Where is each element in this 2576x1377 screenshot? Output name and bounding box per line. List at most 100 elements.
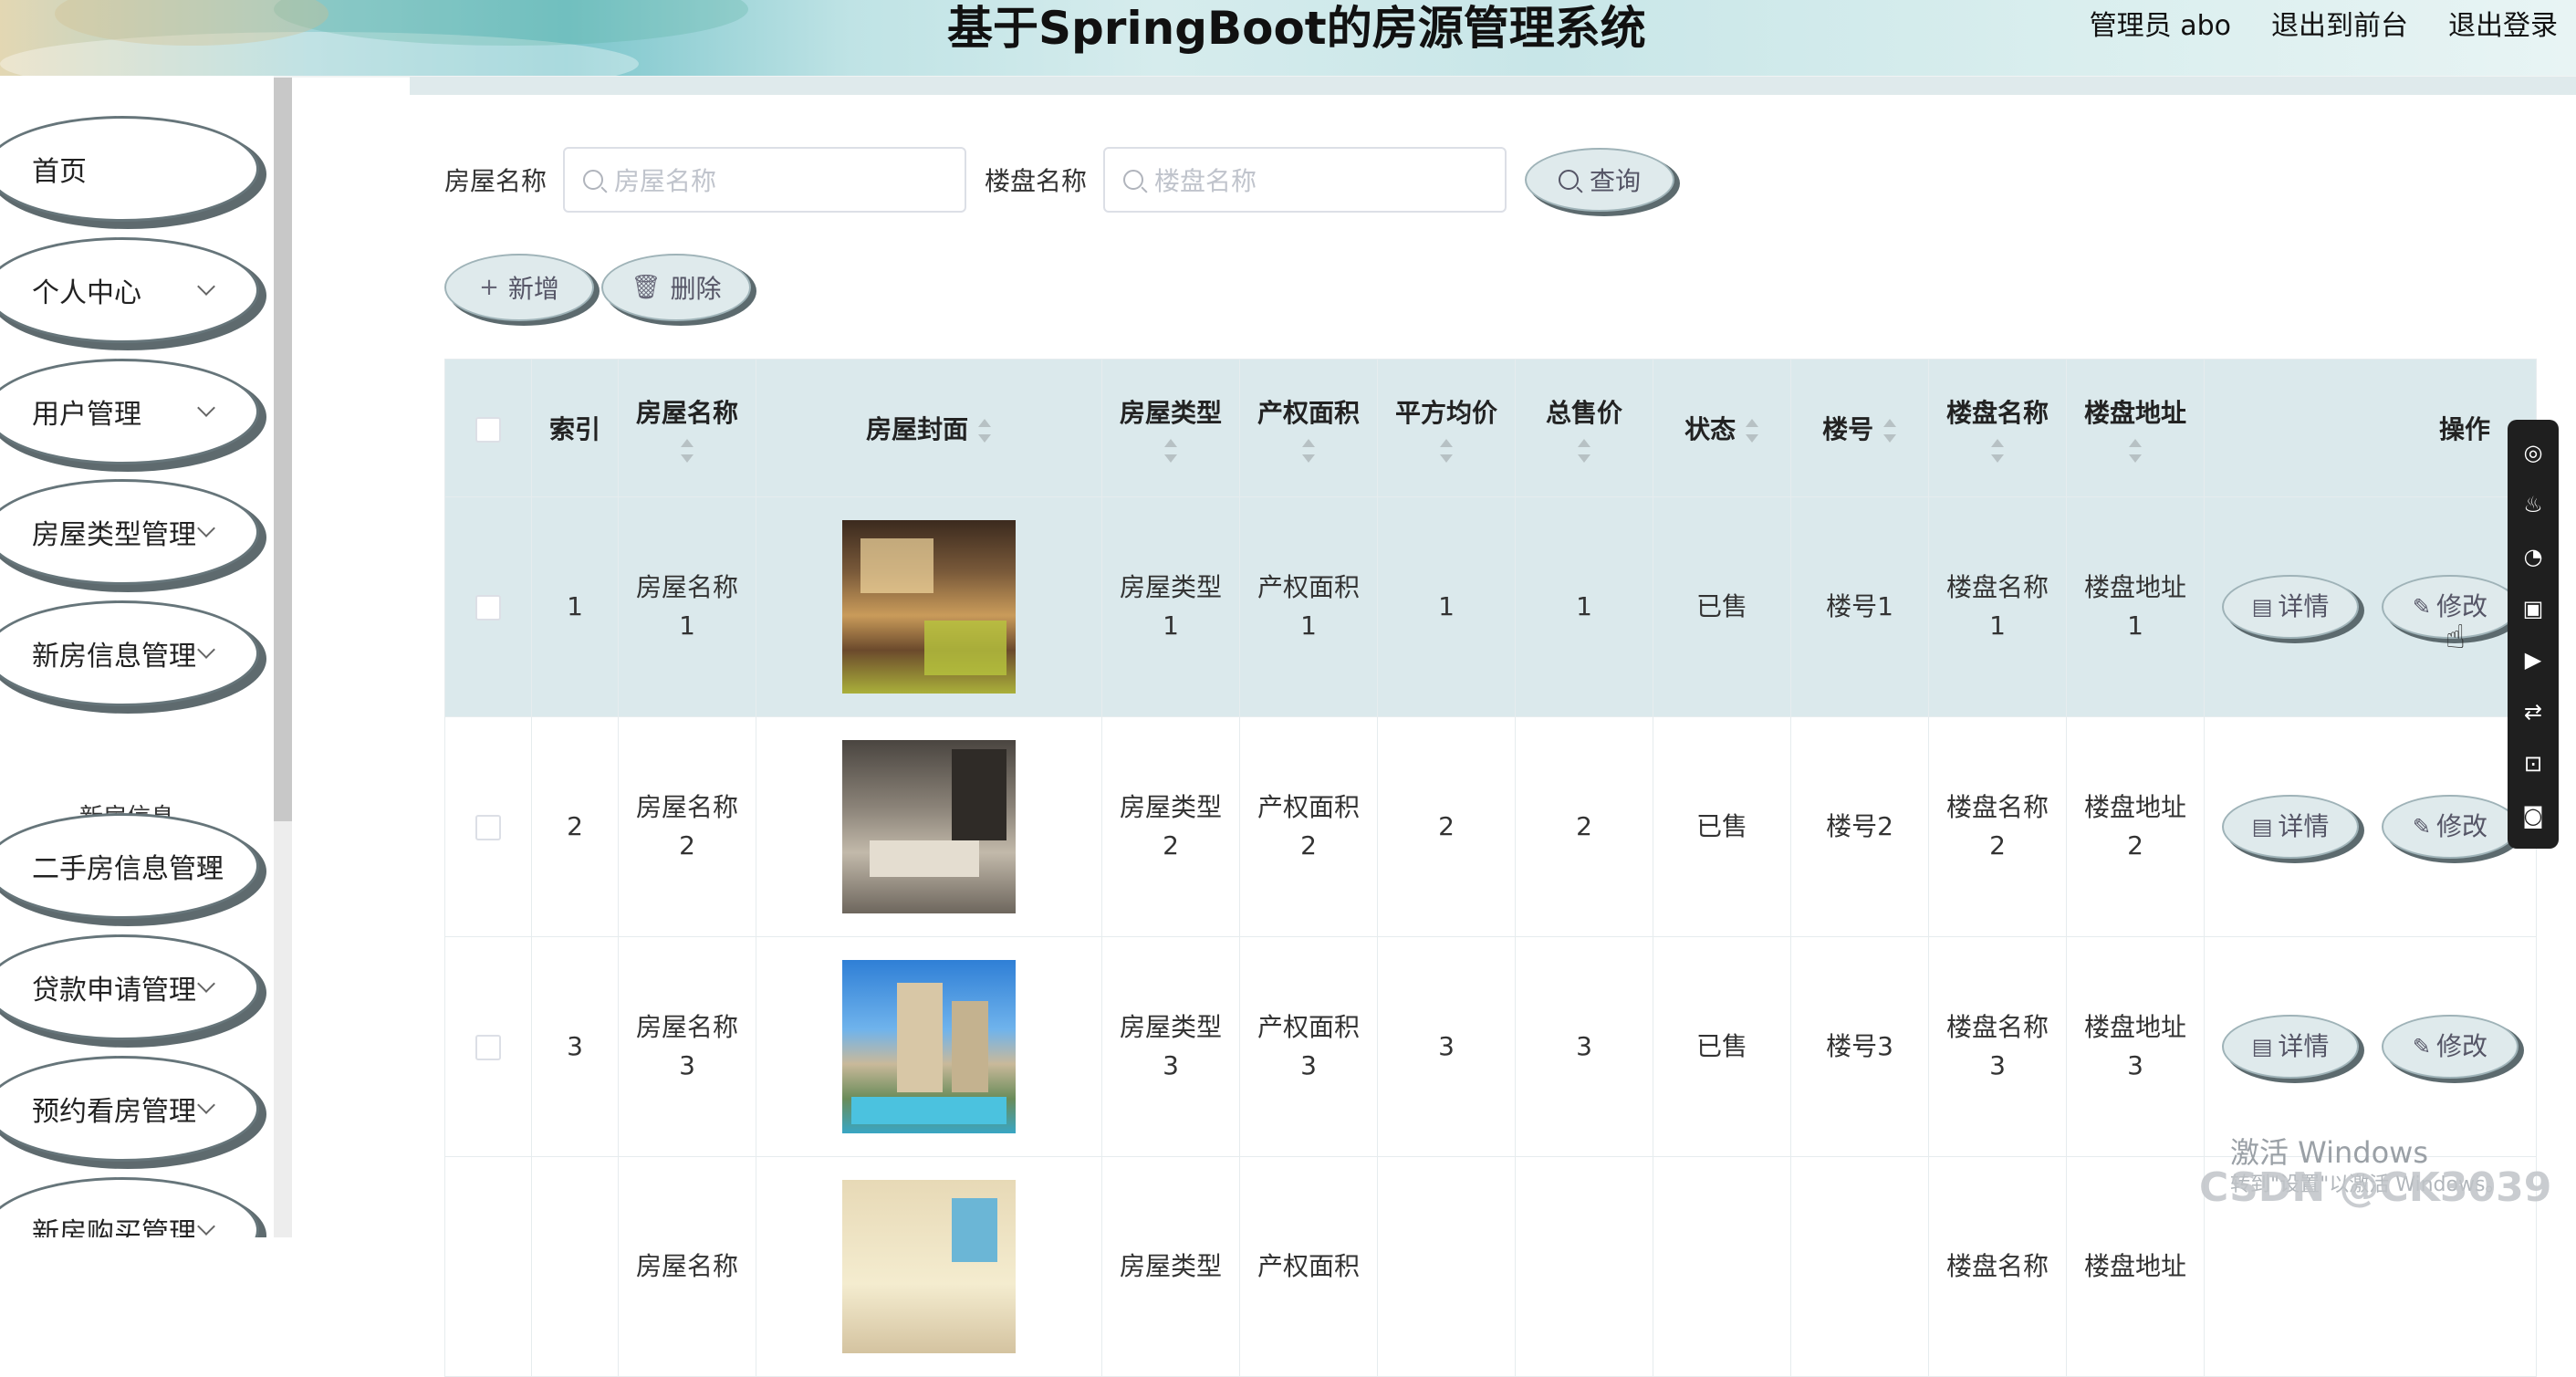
sort-icon[interactable] — [1745, 419, 1759, 443]
video-icon[interactable]: ▣ — [2519, 595, 2547, 622]
content-topbar — [410, 77, 2576, 95]
cell-actions: ▤ 详情 ✎ 修改 — [2204, 716, 2537, 937]
column-title: 房屋封面 — [866, 414, 969, 444]
column-header[interactable]: 总售价 — [1515, 359, 1653, 497]
cell-area: 产权面积 1 — [1239, 496, 1378, 717]
sidebar-item-second-hand-management[interactable]: 二手房信息管理 — [0, 813, 259, 919]
add-button[interactable]: + 新增 — [444, 254, 594, 321]
column-title: 平方均价 — [1394, 398, 1497, 428]
column-header[interactable]: 产权面积 — [1239, 359, 1378, 497]
chevron-down-icon — [197, 1096, 215, 1114]
row-checkbox[interactable] — [475, 815, 501, 840]
cell-address: 楼盘地址 — [2066, 1156, 2205, 1377]
query-button[interactable]: 查询 — [1525, 148, 1675, 212]
sidebar-item-appointment-management[interactable]: 预约看房管理 — [0, 1056, 259, 1162]
logout-link[interactable]: 退出登录 — [2448, 4, 2558, 49]
sort-icon[interactable] — [680, 439, 694, 463]
speed-icon[interactable]: ◔ — [2519, 543, 2547, 570]
column-header[interactable]: 房屋封面 — [756, 359, 1102, 497]
cell-cover — [756, 716, 1102, 937]
column-header[interactable]: 楼盘地址 — [2066, 359, 2205, 497]
sort-icon[interactable] — [1301, 439, 1316, 463]
table-row[interactable]: 2 房屋名称 2 房屋类型 2 产权面积 2 2 2 已售 楼号2 楼盘名称 2 楼盘地… — [444, 716, 2537, 937]
house-cover-image — [842, 740, 1016, 913]
chevron-down-icon — [197, 975, 215, 993]
sidebar-scrollbar[interactable] — [274, 78, 292, 821]
search-icon — [583, 170, 604, 190]
sidebar-item-user-management[interactable]: 用户管理 — [0, 359, 259, 464]
cell-type: 房屋类型 3 — [1101, 936, 1240, 1157]
search-icon — [1123, 170, 1144, 190]
detail-button[interactable]: ▤ 详情 — [2222, 575, 2360, 639]
table-row[interactable]: 3 房屋名称 3 房屋类型 3 产权面积 3 3 3 已售 楼号3 楼盘名称 3 楼盘地… — [444, 936, 2537, 1157]
cell-building-no: 楼号2 — [1790, 716, 1929, 937]
sort-icon[interactable] — [1163, 439, 1178, 463]
app-title: 基于SpringBoot的房源管理系统 — [947, 2, 1646, 55]
sidebar-item-purchase-management[interactable]: 新房购买管理 — [0, 1177, 259, 1237]
edit-button[interactable]: ✎ 修改 — [2381, 1015, 2519, 1079]
column-header[interactable]: 房屋名称 — [618, 359, 756, 497]
column-header[interactable]: 平方均价 — [1377, 359, 1516, 497]
sort-icon[interactable] — [2128, 439, 2143, 463]
row-checkbox[interactable] — [475, 595, 501, 621]
building-name-placeholder: 楼盘名称 — [1154, 166, 1257, 196]
document-icon: ▤ — [2251, 594, 2273, 620]
column-header[interactable]: 房屋类型 — [1101, 359, 1240, 497]
cell-estate: 楼盘名称 2 — [1928, 716, 2067, 937]
column-header: 操作 — [2204, 359, 2537, 497]
chevron-down-icon — [197, 1217, 215, 1236]
column-header: 索引 — [531, 359, 619, 497]
house-cover-image — [842, 520, 1016, 694]
cell-area: 产权面积 3 — [1239, 936, 1378, 1157]
hand-cursor-icon: ☝ — [2446, 619, 2466, 656]
chevron-down-icon — [197, 641, 215, 659]
flame-icon[interactable]: ♨ — [2519, 491, 2547, 518]
camera-icon[interactable]: ◙ — [2519, 802, 2547, 829]
cell-index: 2 — [531, 716, 619, 937]
column-title: 房屋类型 — [1119, 398, 1222, 428]
search-form: 房屋名称 房屋名称 楼盘名称 楼盘名称 查询 — [444, 144, 1675, 215]
sidebar-item-label: 个人中心 — [32, 277, 141, 309]
column-header[interactable]: 楼号 — [1790, 359, 1929, 497]
column-header[interactable]: 状态 — [1653, 359, 1791, 497]
sort-icon[interactable] — [1882, 419, 1897, 443]
row-checkbox[interactable] — [475, 1035, 501, 1060]
sidebar-item-label: 首页 — [32, 156, 87, 188]
screen-record-icon[interactable]: ◎ — [2519, 439, 2547, 466]
play-icon[interactable]: ▶ — [2519, 646, 2547, 673]
pencil-icon: ✎ — [2412, 814, 2431, 840]
building-name-input[interactable]: 楼盘名称 — [1103, 147, 1507, 213]
sort-icon[interactable] — [977, 419, 992, 443]
column-header[interactable]: 楼盘名称 — [1928, 359, 2067, 497]
sort-icon[interactable] — [1439, 439, 1454, 463]
cell-area: 产权面积 2 — [1239, 716, 1378, 937]
sidebar-item-loan-management[interactable]: 贷款申请管理 — [0, 934, 259, 1040]
sidebar-item-new-house-management[interactable]: 新房信息管理 — [0, 600, 259, 706]
delete-button[interactable]: 🗑 删除 — [601, 254, 751, 321]
house-name-input[interactable]: 房屋名称 — [563, 147, 967, 213]
sidebar-item-home[interactable]: 首页 — [0, 116, 259, 222]
cell-address: 楼盘地址 1 — [2066, 496, 2205, 717]
sidebar-item-house-type-management[interactable]: 房屋类型管理 — [0, 479, 259, 585]
cell-estate: 楼盘名称 1 — [1928, 496, 2067, 717]
cell-status: 已售 — [1653, 496, 1791, 717]
sort-icon[interactable] — [1577, 439, 1591, 463]
cell-total-price: 1 — [1515, 496, 1653, 717]
cell-total-price: 3 — [1515, 936, 1653, 1157]
exit-to-front-link[interactable]: 退出到前台 — [2271, 4, 2408, 49]
cell-actions: ▤ 详情 ✎ 修改 — [2204, 936, 2537, 1157]
cell-type: 房屋类型 1 — [1101, 496, 1240, 717]
sort-icon[interactable] — [1990, 439, 2005, 463]
table-row[interactable]: 1 房屋名称 1 房屋类型 1 产权面积 1 1 1 已售 楼号1 楼盘名称 1 楼盘地… — [444, 496, 2537, 717]
sidebar-item-personal-center[interactable]: 个人中心 — [0, 237, 259, 343]
detail-button[interactable]: ▤ 详情 — [2222, 795, 2360, 859]
house-cover-image — [842, 1180, 1016, 1353]
cell-building-no: 楼号3 — [1790, 936, 1929, 1157]
cell-estate: 楼盘名称 3 — [1928, 936, 2067, 1157]
swap-icon[interactable]: ⇄ — [2519, 698, 2547, 725]
column-title: 房屋名称 — [635, 398, 738, 428]
edit-button[interactable]: ✎ 修改 — [2381, 795, 2519, 859]
crop-icon[interactable]: ⊡ — [2519, 750, 2547, 777]
select-all-checkbox[interactable] — [475, 416, 501, 443]
detail-button[interactable]: ▤ 详情 — [2222, 1015, 2360, 1079]
